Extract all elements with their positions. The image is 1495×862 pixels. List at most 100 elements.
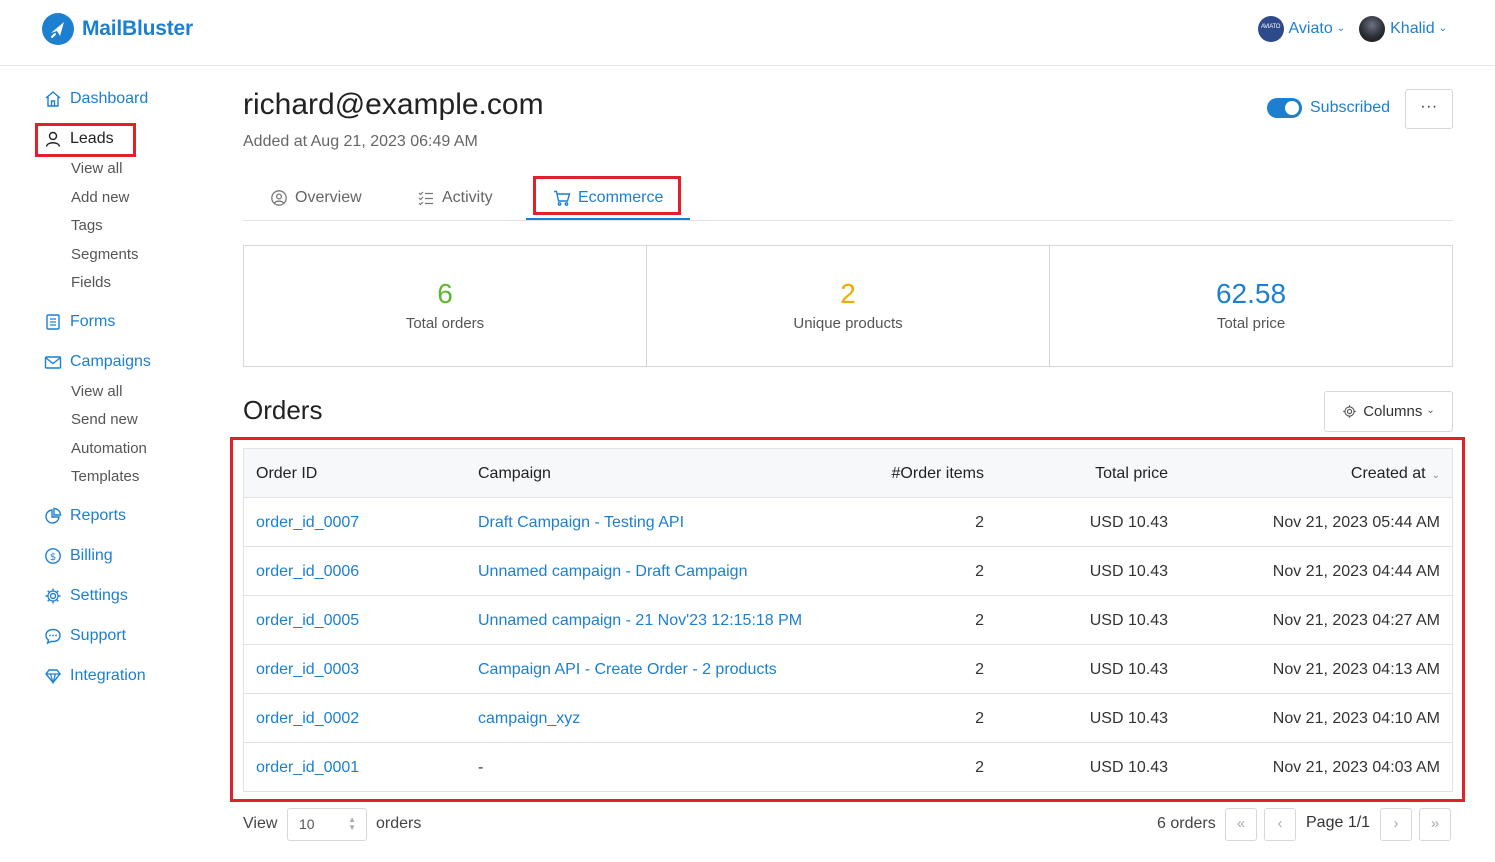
more-actions-button[interactable]: ··· [1405,89,1453,129]
campaign-link[interactable]: campaign_xyz [478,694,580,743]
stat-total-orders: 6 Total orders [244,246,647,366]
tab-activity[interactable]: Activity [417,175,493,220]
tab-label: Overview [295,188,362,206]
sidebar-subitem-view-all-campaigns[interactable]: View all [71,383,122,400]
table-row[interactable]: order_id_0003 Campaign API - Create Order… [244,645,1452,694]
last-page-button[interactable]: » [1419,808,1451,841]
org-switcher[interactable]: AVIATO Aviato ⌄ [1257,16,1346,42]
brand-name: MailBluster [82,17,193,40]
order-id-link[interactable]: order_id_0003 [256,645,359,694]
sidebar-item-forms[interactable]: Forms [44,313,115,331]
order-total-price: USD 10.43 [1089,710,1168,727]
per-page-input[interactable]: 10 ▲ ▼ [287,808,367,841]
order-id-link[interactable]: order_id_0002 [256,694,359,743]
tab-bar: Overview Activity Ecommerce [243,175,1453,221]
order-total-price: USD 10.43 [1089,514,1168,531]
sidebar-item-integration[interactable]: Integration [44,667,146,685]
stats-panel: 6 Total orders 2 Unique products 62.58 T… [243,245,1453,367]
stat-unique-products: 2 Unique products [647,246,1050,366]
sidebar-item-settings[interactable]: Settings [44,587,128,605]
header-created-at[interactable]: Created at ⌄ [1351,449,1440,498]
sidebar-item-label: Reports [70,507,127,524]
header-order-items[interactable]: #Order items [892,449,984,498]
user-menu[interactable]: Khalid ⌄ [1359,16,1447,42]
brand[interactable]: MailBluster [42,13,193,45]
subscription-label: Subscribed [1310,99,1391,116]
sidebar-subitem-add-new[interactable]: Add new [71,189,129,206]
order-total-price: USD 10.43 [1089,759,1168,776]
sidebar-item-leads[interactable]: Leads [44,130,114,148]
campaign-link[interactable]: Unnamed campaign - Draft Campaign [478,547,747,596]
prev-page-button[interactable]: ‹ [1264,808,1296,841]
sidebar-subitem-send-new[interactable]: Send new [71,411,138,428]
table-row[interactable]: order_id_0005 Unnamed campaign - 21 Nov'2… [244,596,1452,645]
order-created-at: Nov 21, 2023 04:10 AM [1272,710,1440,727]
chevron-down-icon: ⌄ [1438,22,1447,34]
form-icon [46,314,60,330]
toggle-switch[interactable] [1267,98,1302,118]
user-avatar [1359,16,1386,42]
sort-chevron-icon: ⌄ [1431,470,1440,481]
tab-overview[interactable]: Overview [270,175,362,220]
table-row[interactable]: order_id_0006 Unnamed campaign - Draft Ca… [244,547,1452,596]
sidebar-subitem-automation[interactable]: Automation [71,440,147,457]
sidebar-item-label: Forms [70,313,116,330]
highlight-ecommerce-tab [533,176,681,215]
sidebar-subitem-templates[interactable]: Templates [71,468,139,485]
sidebar-subitem-tags[interactable]: Tags [71,217,103,234]
sidebar-item-campaigns[interactable]: Campaigns [44,353,151,371]
header-order-id[interactable]: Order ID [256,449,317,498]
campaign-link[interactable]: Draft Campaign - Testing API [478,498,684,547]
sidebar-item-dashboard[interactable]: Dashboard [44,90,148,108]
mailbluster-logo-icon [42,13,74,45]
order-id-link[interactable]: order_id_0006 [256,547,359,596]
order-created-at: Nov 21, 2023 04:44 AM [1272,563,1440,580]
added-at-text: Added at Aug 21, 2023 06:49 AM [243,133,478,150]
order-id-link[interactable]: order_id_0007 [256,498,359,547]
chevron-down-icon: ⌄ [1426,405,1435,416]
gear-icon [1343,405,1356,418]
header-campaign[interactable]: Campaign [478,449,551,498]
order-created-at: Nov 21, 2023 05:44 AM [1272,514,1440,531]
table-row[interactable]: order_id_0007 Draft Campaign - Testing AP… [244,498,1452,547]
dollar-circle-icon: $ [45,548,61,564]
spinner-arrows-icon[interactable]: ▲ ▼ [348,816,356,832]
order-id-link[interactable]: order_id_0001 [256,743,359,792]
order-items-count: 2 [975,661,984,678]
order-items-count: 2 [975,612,984,629]
page-indicator: Page 1/1 [1306,814,1371,831]
table-row[interactable]: order_id_0001 - 2 USD 10.43 Nov 21, 2023 04:… [244,743,1452,792]
chevron-down-icon: ⌄ [1336,22,1346,34]
sidebar-item-label: Leads [70,130,114,147]
orders-count: 6 orders [1157,815,1216,832]
tab-label: Activity [442,188,493,206]
stat-label: Total orders [405,315,485,332]
columns-button[interactable]: Columns ⌄ [1324,391,1453,432]
next-page-button[interactable]: › [1380,808,1412,841]
stat-label: Total price [1216,315,1286,332]
sidebar-item-label: Support [70,627,127,644]
order-items-count: 2 [975,514,984,531]
table-row[interactable]: order_id_0002 campaign_xyz 2 USD 10.43 Nov 2… [244,694,1452,743]
envelope-icon [44,356,62,369]
orders-label: orders [376,815,422,832]
first-page-button[interactable]: « [1225,808,1257,841]
sidebar-item-support[interactable]: Support [44,627,126,645]
sidebar-item-label: Settings [70,587,128,604]
header-total-price[interactable]: Total price [1095,449,1168,498]
subscription-toggle[interactable]: Subscribed [1267,98,1390,118]
order-id-link[interactable]: order_id_0005 [256,596,359,645]
stat-value: 2 [840,278,856,309]
sidebar-subitem-view-all-leads[interactable]: View all [71,160,122,177]
sidebar-subitem-segments[interactable]: Segments [71,246,139,263]
stat-value: 62.58 [1215,278,1287,309]
campaign-link[interactable]: Unnamed campaign - 21 Nov'23 12:15:18 PM [478,596,802,645]
chat-bubble-icon [45,628,61,645]
order-items-count: 2 [975,759,984,776]
sidebar-item-billing[interactable]: $ Billing [44,547,113,565]
sidebar-item-label: Campaigns [70,353,151,370]
user-circle-icon [271,189,287,206]
campaign-link[interactable]: Campaign API - Create Order - 2 products [478,645,777,694]
sidebar-item-reports[interactable]: Reports [44,507,126,525]
sidebar-subitem-fields[interactable]: Fields [71,274,111,291]
